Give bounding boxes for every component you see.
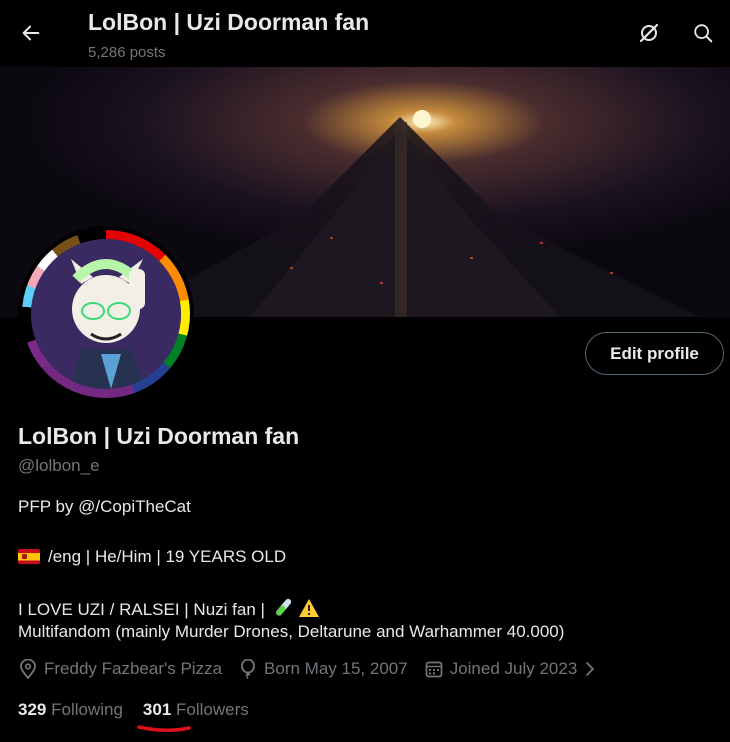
following-label: Following — [51, 700, 123, 719]
back-button[interactable] — [14, 16, 48, 50]
search-icon — [694, 24, 713, 43]
followers-count: 301 — [142, 700, 172, 719]
red-underline-annotation — [137, 725, 191, 732]
grok-button[interactable] — [632, 16, 666, 50]
location-item: Freddy Fazbear's Pizza — [18, 659, 222, 679]
bio-text-2: /eng | He/Him | 19 YEARS OLD — [48, 547, 287, 566]
following-link[interactable]: 329 Following — [18, 700, 123, 720]
top-bar: LolBon | Uzi Doorman fan 5,286 posts — [0, 0, 730, 67]
bio-line-3: I LOVE UZI / RALSEI | Nuzi fan | — [18, 597, 320, 620]
profile-meta: Freddy Fazbear's Pizza Born May 15, 2007… — [18, 659, 613, 679]
joined-item[interactable]: Joined July 2023 — [424, 659, 598, 679]
arrow-left-icon — [22, 25, 40, 41]
post-count: 5,286 posts — [88, 44, 166, 61]
edit-profile-button[interactable]: Edit profile — [585, 332, 724, 375]
bio-text-3: I LOVE UZI / RALSEI | Nuzi fan | — [18, 600, 265, 619]
joined-text: Joined July 2023 — [449, 659, 578, 678]
location-text: Freddy Fazbear's Pizza — [44, 659, 223, 678]
spain-flag-icon — [18, 549, 40, 564]
user-handle: @lolbon_e — [18, 456, 100, 475]
avatar-image — [31, 239, 181, 389]
search-button[interactable] — [686, 16, 720, 50]
birthday-item: Born May 15, 2007 — [238, 659, 408, 679]
follow-stats: 329 Following 301 Followers — [18, 700, 269, 720]
calendar-icon — [425, 661, 443, 678]
bio-text-1: PFP by @/CopiTheCat — [18, 497, 191, 516]
bio-line-2: /eng | He/Him | 19 YEARS OLD — [18, 547, 286, 567]
location-pin-icon — [20, 659, 36, 679]
bio-line-4: Multifandom (mainly Murder Drones, Delta… — [18, 622, 564, 642]
grok-icon — [639, 23, 659, 43]
chevron-right-icon[interactable] — [583, 660, 597, 678]
followers-link[interactable]: 301 Followers — [143, 700, 249, 720]
warning-icon — [299, 599, 320, 617]
balloon-icon — [241, 659, 255, 679]
bio-text-4: Multifandom (mainly Murder Drones, Delta… — [18, 622, 565, 641]
birthday-text: Born May 15, 2007 — [264, 659, 408, 678]
header-title: LolBon | Uzi Doorman fan — [88, 9, 370, 35]
avatar[interactable] — [18, 226, 194, 402]
followers-label: Followers — [176, 700, 249, 719]
test-tube-icon — [275, 598, 291, 616]
display-name: LolBon | Uzi Doorman fan — [18, 423, 300, 449]
following-count: 329 — [18, 700, 47, 719]
bio-line-1: PFP by @/CopiTheCat — [18, 497, 191, 517]
